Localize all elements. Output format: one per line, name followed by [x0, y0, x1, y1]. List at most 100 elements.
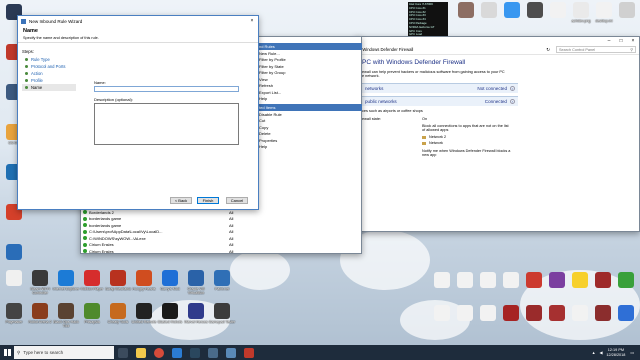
desktop-icon[interactable]: [613, 2, 640, 19]
chevron-down-icon[interactable]: ˅: [510, 86, 515, 91]
desktop-icon[interactable]: Paint.net: [208, 270, 236, 291]
close-icon[interactable]: ×: [627, 38, 639, 44]
app-icon: [434, 272, 450, 288]
search-input[interactable]: Search Control Panel ⚲: [556, 46, 636, 53]
maximize-icon[interactable]: □: [615, 38, 627, 44]
chevron-up-icon[interactable]: ˄: [510, 99, 515, 104]
finish-button[interactable]: Finish: [197, 197, 219, 204]
enabled-check-icon: [83, 229, 87, 234]
wizard-step[interactable]: Name: [22, 84, 76, 91]
table-row[interactable]: Cirium Ensles All: [81, 248, 253, 255]
description-textarea[interactable]: [94, 103, 239, 145]
enabled-check-icon: [83, 242, 87, 247]
table-row[interactable]: C:\Users\prof\AppData\Local\Vy\LocalD...…: [81, 229, 253, 236]
firewall-state-value: On: [422, 117, 428, 121]
steam-icon[interactable]: [190, 347, 200, 358]
desktop-icon[interactable]: Steam Wi-Fi Controller: [26, 270, 54, 295]
private-network-panel[interactable]: networks Not connected ˅: [362, 83, 518, 93]
app-icon: [162, 303, 178, 319]
desktop-icon[interactable]: Robot Arena 2: [26, 303, 54, 324]
control-panel-icon[interactable]: [226, 347, 236, 358]
desktop-icon[interactable]: [0, 270, 28, 287]
name-input[interactable]: [94, 86, 239, 92]
desktop-icon[interactable]: Unified Remote: [130, 303, 158, 324]
action-item[interactable]: Help: [256, 144, 362, 151]
clock[interactable]: 12:19 PM 12/28/2018: [606, 348, 625, 357]
desktop-icon-label: Hungry Hearts: [132, 287, 156, 291]
app-icon: [6, 244, 22, 260]
actions-header: nd Rules: [256, 43, 362, 50]
wizard-title-bar: New Inbound Rule Wizard ×: [18, 16, 258, 26]
wizard-step[interactable]: Protocol and Ports: [22, 63, 76, 70]
desktop-icon[interactable]: Garry's Mod: [156, 270, 184, 291]
desktop-icon-label: Phisapsia: [84, 320, 100, 324]
rule-profile: All: [229, 235, 234, 241]
action-item[interactable]: Help: [256, 96, 362, 103]
wizard-step[interactable]: Profile: [22, 77, 76, 84]
step-bullet-icon: [25, 86, 28, 89]
task-view-icon[interactable]: [118, 347, 128, 358]
rule-name: C:\WINDOWS\syWOW...\ALexe: [89, 235, 146, 241]
desktop-icon[interactable]: [612, 272, 640, 289]
start-button[interactable]: [0, 345, 14, 360]
table-row[interactable]: C:\WINDOWS\syWOW...\ALexe All: [81, 235, 253, 242]
desktop-icon[interactable]: Oracle VM VirtualBox: [182, 270, 210, 295]
new-inbound-rule-wizard: New Inbound Rule Wizard × Name Specify t…: [17, 15, 259, 210]
app-icon: [32, 303, 48, 319]
desktop-icon[interactable]: Gamepad Tester: [208, 303, 236, 324]
search-placeholder: Search Control Panel: [559, 47, 596, 52]
wizard-heading: Name: [23, 28, 38, 34]
cancel-button[interactable]: Cancel: [226, 197, 248, 204]
desktop-icon[interactable]: Phisapsia: [78, 303, 106, 324]
desktop-icon[interactable]: Internet Explorer: [52, 270, 80, 291]
chrome-icon[interactable]: [154, 347, 164, 358]
wizard-step[interactable]: Action: [22, 70, 76, 77]
table-row[interactable]: borderlands game All: [81, 222, 253, 229]
taskbar-search-box[interactable]: ⚲ Type here to search: [14, 346, 114, 359]
search-icon: ⚲: [630, 48, 633, 52]
desktop-icon[interactable]: Blasted Robots: [156, 303, 184, 324]
app-icon: [84, 303, 100, 319]
desktop-icon[interactable]: Marvel Heroes: [182, 303, 210, 324]
desktop-icon[interactable]: [612, 305, 640, 322]
wizard-step[interactable]: Rule Type: [22, 56, 76, 63]
volume-icon[interactable]: ◀: [599, 350, 602, 355]
app-icon: [58, 303, 74, 319]
desktop-icon[interactable]: [0, 244, 28, 261]
edge-icon[interactable]: [172, 347, 182, 358]
table-row[interactable]: Cirium Ensles All: [81, 242, 253, 249]
desktop-icon[interactable]: Cheaty Tools: [104, 303, 132, 324]
table-row[interactable]: borderlands game All: [81, 216, 253, 223]
app-icon: [573, 2, 589, 18]
store-icon[interactable]: [208, 347, 218, 358]
back-button[interactable]: < Back: [170, 197, 192, 204]
desktop-icon-label: Black Ops Hack Tool: [53, 320, 79, 328]
desktop-icon[interactable]: Hungry Hearts: [130, 270, 158, 291]
desktop-icon[interactable]: Scrap Mechanic: [104, 270, 132, 291]
enabled-check-icon: [83, 223, 87, 228]
firewall-taskbar-icon[interactable]: [244, 347, 254, 358]
refresh-icon[interactable]: ↻: [546, 47, 550, 53]
step-bullet-icon: [25, 58, 28, 61]
app-icon: [136, 270, 152, 286]
desktop-icon[interactable]: Roblox Player: [78, 270, 106, 291]
app-icon: [58, 270, 74, 286]
desktop-icon[interactable]: Black Ops Hack Tool: [52, 303, 80, 328]
notification-icon[interactable]: ▭: [630, 350, 634, 355]
wizard-header: Name Specify the name and description of…: [18, 26, 258, 43]
desktop-icon-label: Paint.net: [214, 287, 230, 291]
page-title: PC with Windows Defender Firewall: [362, 59, 466, 66]
breadcrumb[interactable]: Windows Defender Firewall: [362, 47, 413, 52]
app-icon: [503, 305, 519, 321]
steps-label: Steps:: [22, 49, 34, 54]
notification-text: Notify me when Windows Defender Firewall…: [422, 149, 511, 153]
minimize-icon[interactable]: –: [603, 38, 615, 44]
network-icon[interactable]: ▲: [592, 351, 596, 355]
desktop-icon[interactable]: Playmaker: [0, 303, 28, 324]
rule-profile: All: [229, 222, 234, 228]
close-icon[interactable]: ×: [246, 18, 258, 24]
firewall-state-label: ewall state:: [362, 117, 381, 121]
app-icon: [110, 303, 126, 319]
public-network-panel[interactable]: public networks Connected ˄: [362, 96, 518, 106]
file-explorer-icon[interactable]: [136, 347, 146, 358]
